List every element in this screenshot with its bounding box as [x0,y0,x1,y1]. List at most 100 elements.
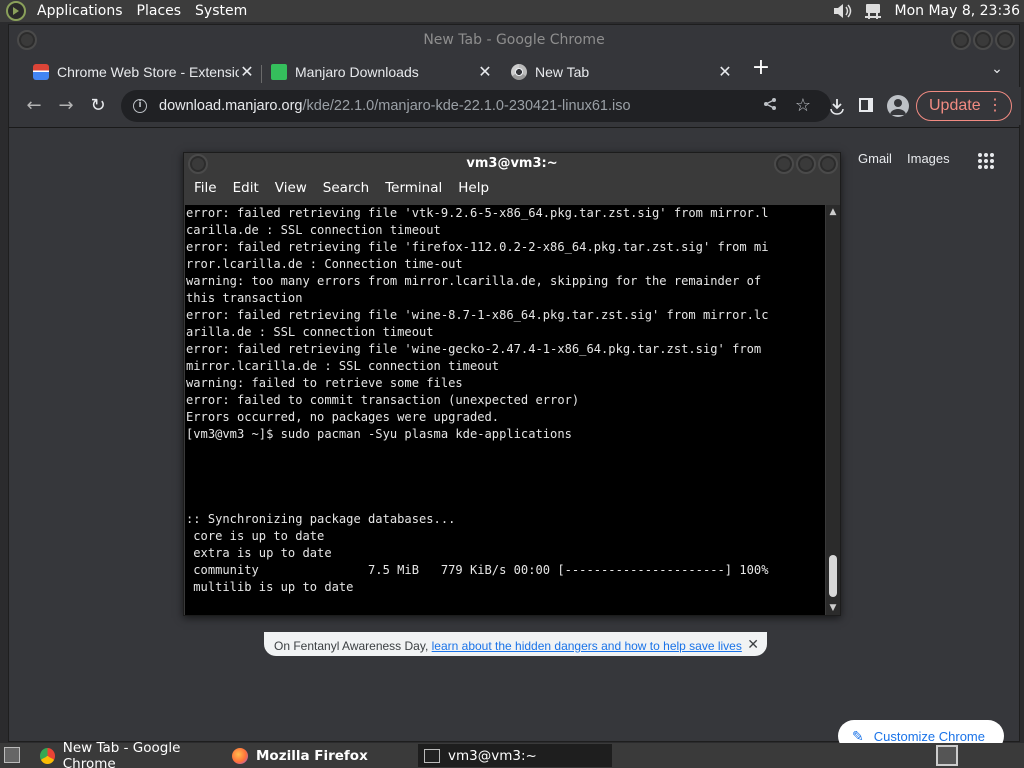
menu-file[interactable]: File [186,180,225,196]
taskbar-item-chrome[interactable]: New Tab - Google Chrome [34,740,224,768]
chrome-icon [511,64,527,80]
terminal-titlebar[interactable]: vm3@vm3:~ [184,153,840,175]
bottom-panel: New Tab - Google Chrome Mozilla Firefox … [0,740,1024,768]
firefox-icon [232,747,248,764]
tab-close-icon[interactable]: ✕ [477,62,493,82]
maximize-icon[interactable] [973,30,993,50]
notice-close-icon[interactable]: ✕ [747,636,759,653]
customize-label: Customize Chrome [873,728,985,744]
tab-new-tab[interactable]: New Tab ✕ [511,57,733,87]
minimize-icon[interactable] [774,154,794,174]
new-tab-button[interactable]: + [751,57,771,79]
menu-help[interactable]: Help [450,180,497,196]
promo-notice: On Fentanyl Awareness Day, learn about t… [264,632,767,656]
tab-manjaro-downloads[interactable]: Manjaro Downloads ✕ [271,57,493,87]
tab-search-icon[interactable]: ⌄ [987,61,1007,81]
terminal-line: error: failed to commit transaction (une… [186,393,580,407]
images-link[interactable]: Images [907,151,950,166]
terminal-line: extra is up to date [186,546,332,560]
window-menu-icon[interactable] [17,30,37,50]
terminal-window: vm3@vm3:~ File Edit View Search Terminal… [183,152,841,616]
side-panel-icon[interactable] [859,98,873,112]
address-bar[interactable]: i download.manjaro.org/kde/22.1.0/manjar… [121,90,831,122]
update-button[interactable]: Update ⋮ [916,91,1012,121]
menu-applications[interactable]: Applications [30,0,130,22]
back-button[interactable]: ← [23,95,45,117]
notice-link[interactable]: learn about the hidden dangers and how t… [432,639,742,653]
manjaro-icon [271,64,287,80]
taskbar-label: New Tab - Google Chrome [62,739,181,768]
url-text[interactable]: download.manjaro.org/kde/22.1.0/manjaro-… [159,98,631,114]
terminal-line: warning: too many errors from mirror.lca… [186,274,762,288]
minimize-icon[interactable] [951,30,971,50]
terminal-line: Errors occurred, no packages were upgrad… [186,410,500,424]
tab-close-icon[interactable]: ✕ [239,62,255,82]
pencil-icon: ✎ [852,727,864,744]
terminal-line: core is up to date [186,529,325,543]
maximize-icon[interactable] [796,154,816,174]
notice-text: On Fentanyl Awareness Day, [274,639,432,653]
close-icon[interactable] [818,154,838,174]
terminal-output[interactable]: error: failed retrieving file 'vtk-9.2.6… [185,205,825,615]
taskbar-label: Mozilla Firefox [256,747,368,764]
site-info-icon[interactable]: i [133,99,147,113]
window-menu-icon[interactable] [188,154,208,174]
tab-webstore[interactable]: Chrome Web Store - Extensio ✕ [33,57,255,87]
bookmark-star-icon[interactable]: ☆ [795,95,811,116]
menu-terminal[interactable]: Terminal [377,180,450,196]
terminal-scrollbar[interactable]: ▲ ▼ [826,205,840,615]
webstore-icon [33,64,49,80]
terminal-line: this transaction [186,291,303,305]
terminal-line: error: failed retrieving file 'wine-geck… [186,342,762,356]
avatar[interactable] [887,95,909,117]
tab-close-icon[interactable]: ✕ [717,62,733,82]
forward-button[interactable]: → [55,95,77,117]
menu-dots-icon[interactable]: ⋮ [987,95,1003,115]
manjaro-logo-icon[interactable] [6,1,26,21]
terminal-line: [vm3@vm3 ~]$ sudo pacman -Syu plasma kde… [186,427,572,441]
volume-icon[interactable] [832,1,854,21]
toolbar: ← → ↻ i download.manjaro.org/kde/22.1.0/… [9,87,1021,125]
chrome-titlebar[interactable]: New Tab - Google Chrome [9,25,1019,55]
chrome-icon [40,747,55,764]
terminal-line: error: failed retrieving file 'vtk-9.2.6… [186,206,769,220]
url-host: download.manjaro.org [159,98,303,114]
terminal-line: carilla.de : SSL connection timeout [186,223,441,237]
tab-label: Manjaro Downloads [295,64,419,80]
terminal-menubar: File Edit View Search Terminal Help [184,175,840,201]
menu-places[interactable]: Places [130,0,189,22]
gmail-link[interactable]: Gmail [858,151,892,166]
terminal-line: warning: failed to retrieve some files [186,376,463,390]
terminal-line: rror.lcarilla.de : Connection time-out [186,257,463,271]
workspace-switcher[interactable] [936,745,958,766]
download-icon[interactable] [828,97,846,119]
terminal-line: error: failed retrieving file 'firefox-1… [186,240,769,254]
terminal-line: :: Synchronizing package databases... [186,512,456,526]
top-panel: Applications Places System Mon May 8, 23… [0,0,1024,22]
network-icon[interactable] [862,1,884,21]
clock[interactable]: Mon May 8, 23:36 [894,3,1020,19]
taskbar-item-terminal[interactable]: vm3@vm3:~ [418,744,612,767]
show-desktop-icon[interactable] [4,747,20,763]
taskbar-label: vm3@vm3:~ [448,747,537,764]
google-apps-icon[interactable] [978,153,994,169]
terminal-icon [424,748,440,763]
update-label: Update [929,97,981,114]
scroll-down-icon[interactable]: ▼ [826,603,840,613]
menu-search[interactable]: Search [315,180,377,196]
reload-button[interactable]: ↻ [87,95,109,117]
taskbar-item-firefox[interactable]: Mozilla Firefox [226,744,416,767]
scrollbar-thumb[interactable] [829,555,837,597]
menu-edit[interactable]: Edit [225,180,267,196]
tab-separator [261,65,262,83]
menu-system[interactable]: System [188,0,254,22]
tab-strip: Chrome Web Store - Extensio ✕ Manjaro Do… [9,55,1021,87]
scroll-up-icon[interactable]: ▲ [826,207,840,217]
close-icon[interactable] [995,30,1015,50]
menu-view[interactable]: View [267,180,315,196]
share-icon[interactable] [763,97,777,115]
